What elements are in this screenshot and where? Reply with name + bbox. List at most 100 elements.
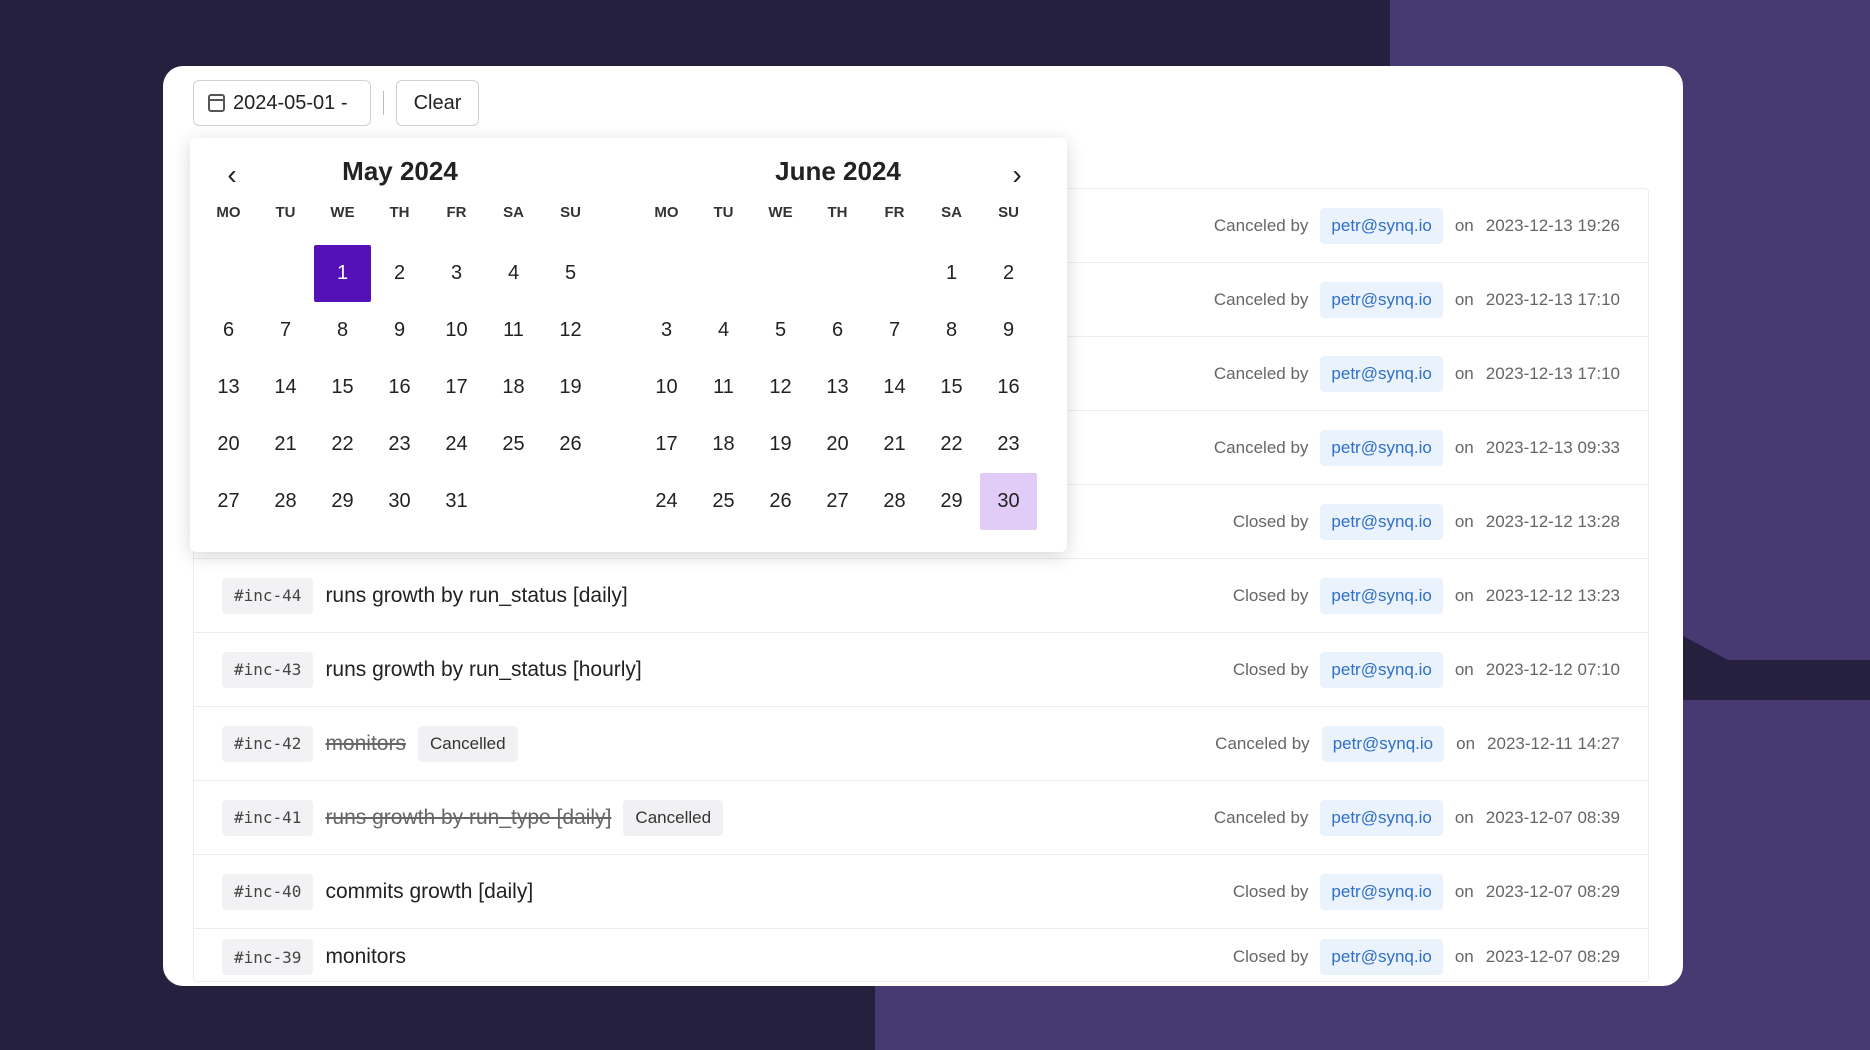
calendar-day[interactable]: 11 [695, 359, 752, 416]
calendar-day[interactable]: 14 [257, 359, 314, 416]
calendar-day[interactable]: 5 [542, 245, 599, 302]
incident-meta: Canceled by petr@synq.io on 2023-12-13 17:1… [1214, 281, 1620, 318]
calendar-day[interactable]: 13 [200, 359, 257, 416]
calendar-day[interactable]: 27 [200, 473, 257, 530]
calendar-day[interactable]: 1 [314, 245, 371, 302]
weekday-label: SA [503, 204, 524, 221]
incident-timestamp: 2023-12-07 08:29 [1485, 881, 1620, 901]
incident-row[interactable]: #inc-41 runs growth by run_type [daily] Ca… [194, 781, 1648, 855]
calendar-day[interactable]: 3 [428, 245, 485, 302]
calendar-day[interactable]: 19 [752, 416, 809, 473]
calendar-day[interactable]: 17 [428, 359, 485, 416]
calendar-day[interactable]: 21 [257, 416, 314, 473]
user-chip[interactable]: petr@synq.io [1320, 939, 1443, 975]
calendar-day[interactable]: 7 [257, 302, 314, 359]
calendar-day[interactable]: 1 [923, 245, 980, 302]
calendar-day[interactable]: 30 [980, 473, 1037, 530]
incident-title[interactable]: commits growth [daily] [325, 880, 533, 904]
incident-title[interactable]: runs growth by run_status [hourly] [325, 658, 641, 682]
calendar-day[interactable]: 4 [485, 245, 542, 302]
calendar-day[interactable]: 4 [695, 302, 752, 359]
calendar-day[interactable]: 6 [200, 302, 257, 359]
calendar-day[interactable]: 3 [638, 302, 695, 359]
user-chip[interactable]: petr@synq.io [1320, 281, 1443, 318]
calendar-day[interactable]: 24 [428, 416, 485, 473]
incident-row[interactable]: #inc-44 runs growth by run_status [daily]… [194, 559, 1648, 633]
calendar-day[interactable]: 13 [809, 359, 866, 416]
incident-summary: #inc-44 runs growth by run_status [daily] [222, 577, 628, 614]
calendar-day[interactable]: 20 [809, 416, 866, 473]
calendar-day[interactable]: 9 [371, 302, 428, 359]
calendar-day[interactable]: 7 [866, 302, 923, 359]
incident-summary: #inc-40 commits growth [daily] [222, 873, 533, 910]
incident-title[interactable]: monitors [325, 732, 406, 756]
user-chip[interactable]: petr@synq.io [1321, 725, 1445, 762]
user-chip[interactable]: petr@synq.io [1320, 873, 1443, 910]
date-range-value: 2024-05-01 - [233, 91, 348, 114]
calendar-day[interactable]: 25 [485, 416, 542, 473]
calendar-day[interactable]: 10 [638, 359, 695, 416]
on-label: on [1454, 511, 1474, 531]
calendar-day[interactable]: 17 [638, 416, 695, 473]
calendar-day[interactable]: 15 [314, 359, 371, 416]
date-range-button[interactable]: 2024-05-01 - [193, 80, 371, 126]
user-chip[interactable]: petr@synq.io [1320, 355, 1443, 392]
calendar-day[interactable]: 2 [371, 245, 428, 302]
calendar-day[interactable]: 8 [314, 302, 371, 359]
calendar-day[interactable]: 5 [752, 302, 809, 359]
clear-button[interactable]: Clear [396, 80, 479, 126]
calendar-day[interactable]: 31 [428, 473, 485, 530]
incident-row[interactable]: #inc-42 monitors Cancelled Canceled by petr@… [194, 707, 1648, 781]
calendar-day[interactable]: 20 [200, 416, 257, 473]
calendar-day[interactable]: 22 [314, 416, 371, 473]
calendar-day[interactable]: 25 [695, 473, 752, 530]
incident-action-text: Closed by [1232, 659, 1309, 679]
calendar-day[interactable]: 18 [695, 416, 752, 473]
calendar-day[interactable]: 30 [371, 473, 428, 530]
calendar-day[interactable]: 16 [980, 359, 1037, 416]
incident-row[interactable]: #inc-40 commits growth [daily] Closed by pe… [194, 855, 1648, 929]
user-chip[interactable]: petr@synq.io [1320, 207, 1443, 244]
calendar-day[interactable]: 24 [638, 473, 695, 530]
user-chip[interactable]: petr@synq.io [1320, 429, 1443, 466]
calendar-day[interactable]: 23 [371, 416, 428, 473]
calendar-day[interactable]: 28 [257, 473, 314, 530]
incident-row[interactable]: #inc-39 monitors Closed by petr@synq.io on 20… [194, 929, 1648, 981]
incident-timestamp: 2023-12-13 17:10 [1485, 289, 1620, 309]
calendar-day[interactable]: 19 [542, 359, 599, 416]
calendar-day[interactable]: 15 [923, 359, 980, 416]
calendar-day[interactable]: 29 [314, 473, 371, 530]
weekday-label: WE [768, 204, 793, 221]
calendar-day[interactable]: 12 [542, 302, 599, 359]
weekday-label: SU [560, 204, 581, 221]
calendar-day[interactable]: 22 [923, 416, 980, 473]
calendar-day[interactable]: 12 [752, 359, 809, 416]
calendar-day[interactable]: 6 [809, 302, 866, 359]
user-chip[interactable]: petr@synq.io [1320, 577, 1443, 614]
calendar-day[interactable]: 28 [866, 473, 923, 530]
incident-row[interactable]: #inc-43 runs growth by run_status [hourly… [194, 633, 1648, 707]
calendar-day[interactable]: 16 [371, 359, 428, 416]
incident-meta: Canceled by petr@synq.io on 2023-12-13 17:1… [1214, 355, 1620, 392]
incident-title[interactable]: monitors [325, 945, 406, 969]
incident-meta: Closed by petr@synq.io on 2023-12-12 07:10 [1232, 651, 1620, 688]
user-chip[interactable]: petr@synq.io [1320, 651, 1443, 688]
incident-summary: #inc-41 runs growth by run_type [daily] Ca… [222, 799, 724, 836]
incident-title[interactable]: runs growth by run_type [daily] [325, 806, 611, 830]
user-chip[interactable]: petr@synq.io [1320, 799, 1443, 836]
user-chip[interactable]: petr@synq.io [1320, 503, 1443, 540]
calendar-day[interactable]: 10 [428, 302, 485, 359]
calendar-day[interactable]: 26 [542, 416, 599, 473]
calendar-day[interactable]: 27 [809, 473, 866, 530]
calendar-day[interactable]: 9 [980, 302, 1037, 359]
calendar-day[interactable]: 11 [485, 302, 542, 359]
calendar-day[interactable]: 21 [866, 416, 923, 473]
calendar-day[interactable]: 18 [485, 359, 542, 416]
incident-title[interactable]: runs growth by run_status [daily] [325, 584, 627, 608]
calendar-day[interactable]: 23 [980, 416, 1037, 473]
calendar-day[interactable]: 29 [923, 473, 980, 530]
calendar-day[interactable]: 8 [923, 302, 980, 359]
calendar-day[interactable]: 26 [752, 473, 809, 530]
calendar-day[interactable]: 2 [980, 245, 1037, 302]
calendar-day[interactable]: 14 [866, 359, 923, 416]
